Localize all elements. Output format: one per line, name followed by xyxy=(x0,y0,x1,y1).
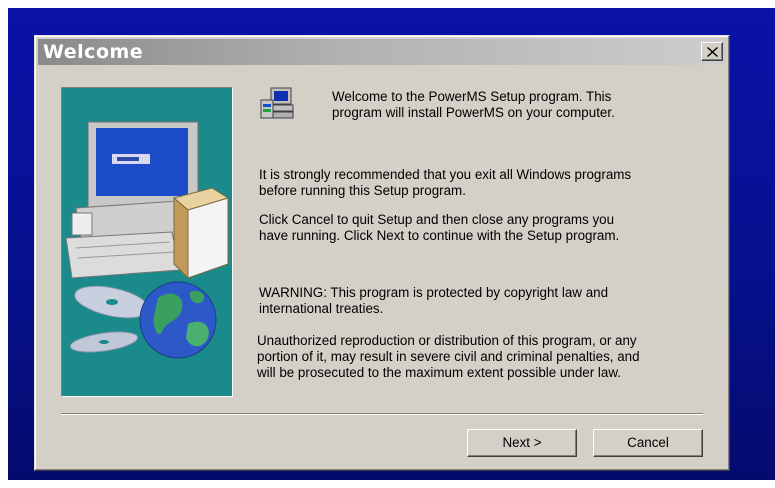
cancel-button[interactable]: Cancel xyxy=(593,429,703,457)
separator-line xyxy=(61,413,703,415)
setup-illustration xyxy=(61,87,233,397)
window-title: Welcome xyxy=(43,41,144,63)
close-icon xyxy=(707,47,718,57)
copyright-warning-text: WARNING: This program is protected by co… xyxy=(259,285,609,316)
computer-and-globe-illustration xyxy=(65,121,230,359)
welcome-dialog: Welcome Welcome to the PowerMS Setup pro… xyxy=(34,35,730,471)
title-bar[interactable]: Welcome xyxy=(38,39,726,65)
setup-computer-icon xyxy=(259,86,295,127)
cancel-info-text: Click Cancel to quit Setup and then clos… xyxy=(259,212,620,243)
next-button[interactable]: Next > xyxy=(467,429,577,457)
intro-text-line2: program will install PowerMS on your com… xyxy=(332,105,615,120)
recommend-text: It is strongly recommended that you exit… xyxy=(259,167,632,198)
close-button[interactable] xyxy=(701,42,723,61)
intro-text-line1: Welcome to the PowerMS Setup program. Th… xyxy=(332,89,612,104)
unauthorized-text: Unauthorized reproduction or distributio… xyxy=(257,333,640,380)
